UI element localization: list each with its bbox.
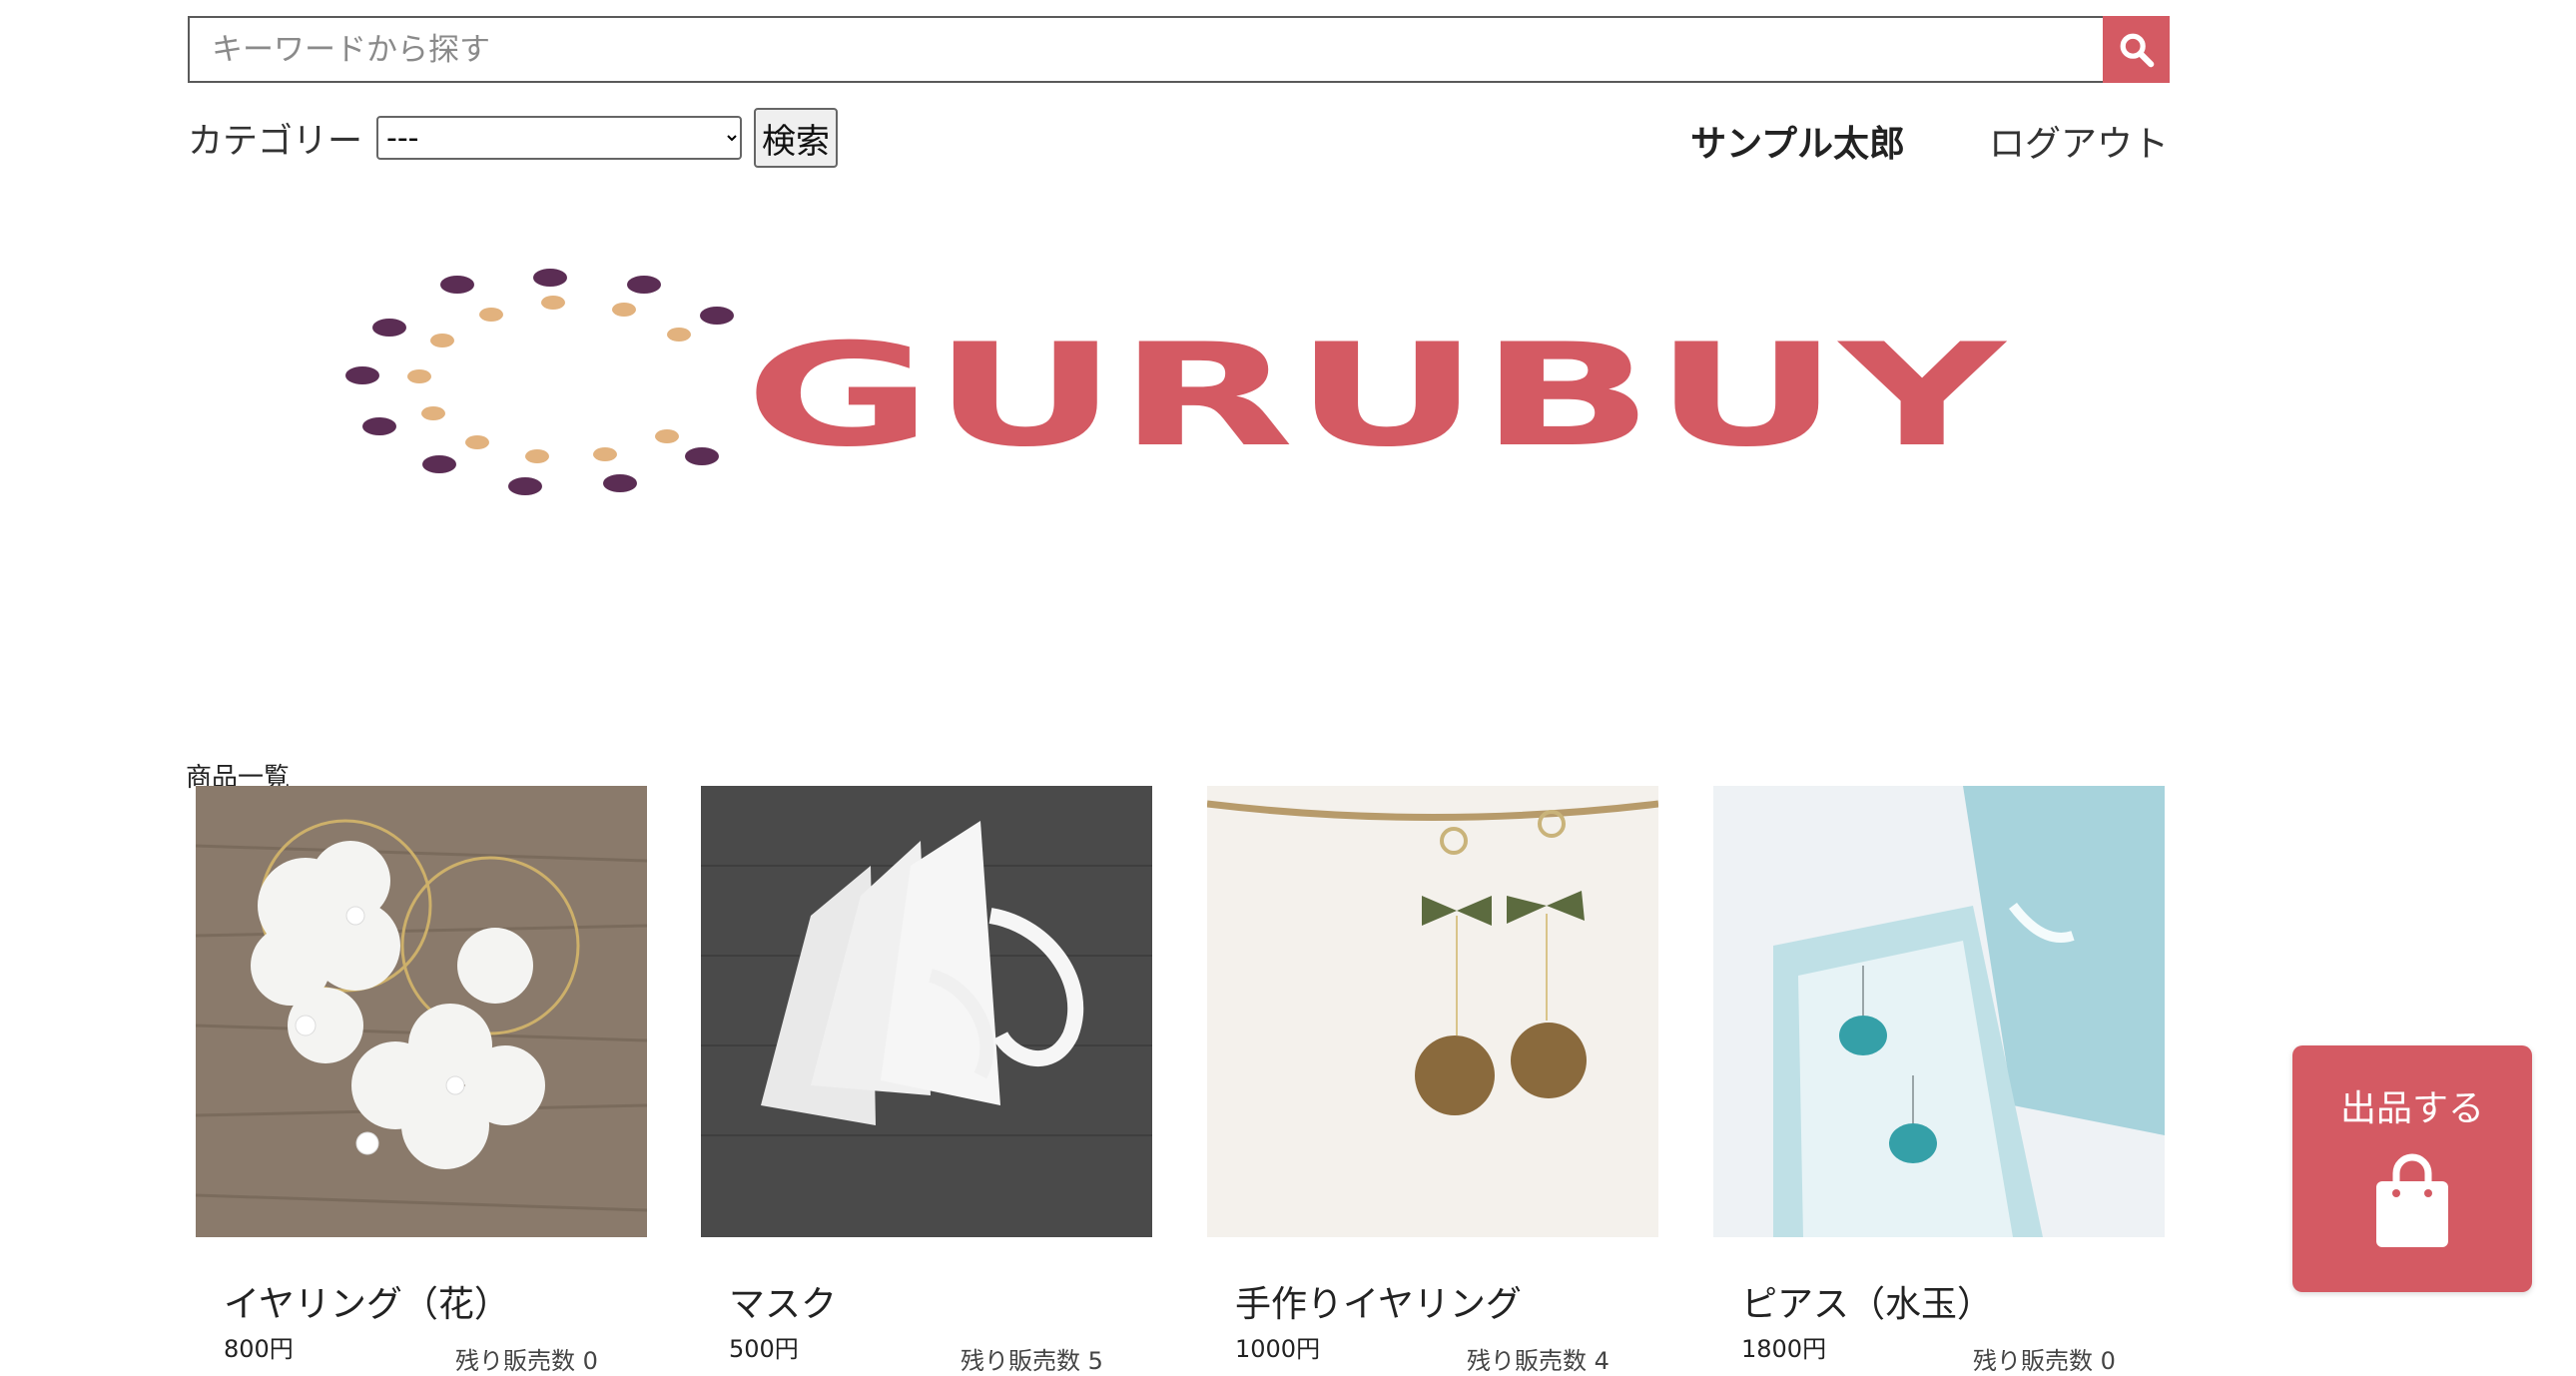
category-filter: カテゴリー --- 検索 xyxy=(188,108,839,168)
search-icon xyxy=(2120,33,2154,67)
sell-button-label: 出品する xyxy=(2339,1088,2484,1129)
product-image[interactable] xyxy=(701,786,1152,1237)
product-stock: 残り販売数 5 xyxy=(961,1347,1103,1375)
search-bar xyxy=(188,16,2170,83)
category-select[interactable]: --- xyxy=(376,116,743,160)
product-card[interactable]: ピアス（水玉） 1800円 残り販売数 0 xyxy=(1713,786,2165,1375)
shopping-bag-icon xyxy=(2376,1153,2448,1247)
product-stock: 残り販売数 4 xyxy=(1467,1347,1610,1375)
product-name[interactable]: 手作りイヤリング xyxy=(1235,1275,1522,1327)
product-name[interactable]: ピアス（水玉） xyxy=(1741,1275,1993,1327)
product-stock: 残り販売数 0 xyxy=(1973,1347,2116,1375)
product-image[interactable] xyxy=(196,786,647,1237)
user-name-link[interactable]: サンプル太郎 xyxy=(1690,115,1905,167)
gurubuy-logo: GURUBUY xyxy=(345,269,2009,495)
product-image[interactable] xyxy=(1713,786,2165,1237)
product-price: 800円 xyxy=(224,1335,294,1363)
product-price: 1000円 xyxy=(1235,1335,1321,1363)
product-name[interactable]: イヤリング（花） xyxy=(224,1275,510,1327)
category-label: カテゴリー xyxy=(188,121,363,162)
product-card[interactable]: イヤリング（花） 800円 残り販売数 0 xyxy=(196,786,647,1375)
logout-link[interactable]: ログアウト xyxy=(1989,115,2169,167)
product-price: 500円 xyxy=(729,1335,799,1363)
product-card[interactable]: 手作りイヤリング 1000円 残り販売数 4 xyxy=(1207,786,1658,1375)
product-price: 1800円 xyxy=(1741,1335,1827,1363)
sell-button[interactable]: 出品する xyxy=(2292,1045,2532,1292)
product-image[interactable] xyxy=(1207,786,1658,1237)
product-card[interactable]: マスク 500円 残り販売数 5 xyxy=(701,786,1152,1375)
category-search-button[interactable]: 検索 xyxy=(754,108,839,168)
product-name[interactable]: マスク xyxy=(729,1275,837,1327)
logo-text: GURUBUY xyxy=(745,314,2009,478)
product-stock: 残り販売数 0 xyxy=(455,1347,598,1375)
search-button[interactable] xyxy=(2103,16,2170,83)
logo-dots xyxy=(345,269,734,495)
search-input[interactable] xyxy=(188,16,2103,83)
